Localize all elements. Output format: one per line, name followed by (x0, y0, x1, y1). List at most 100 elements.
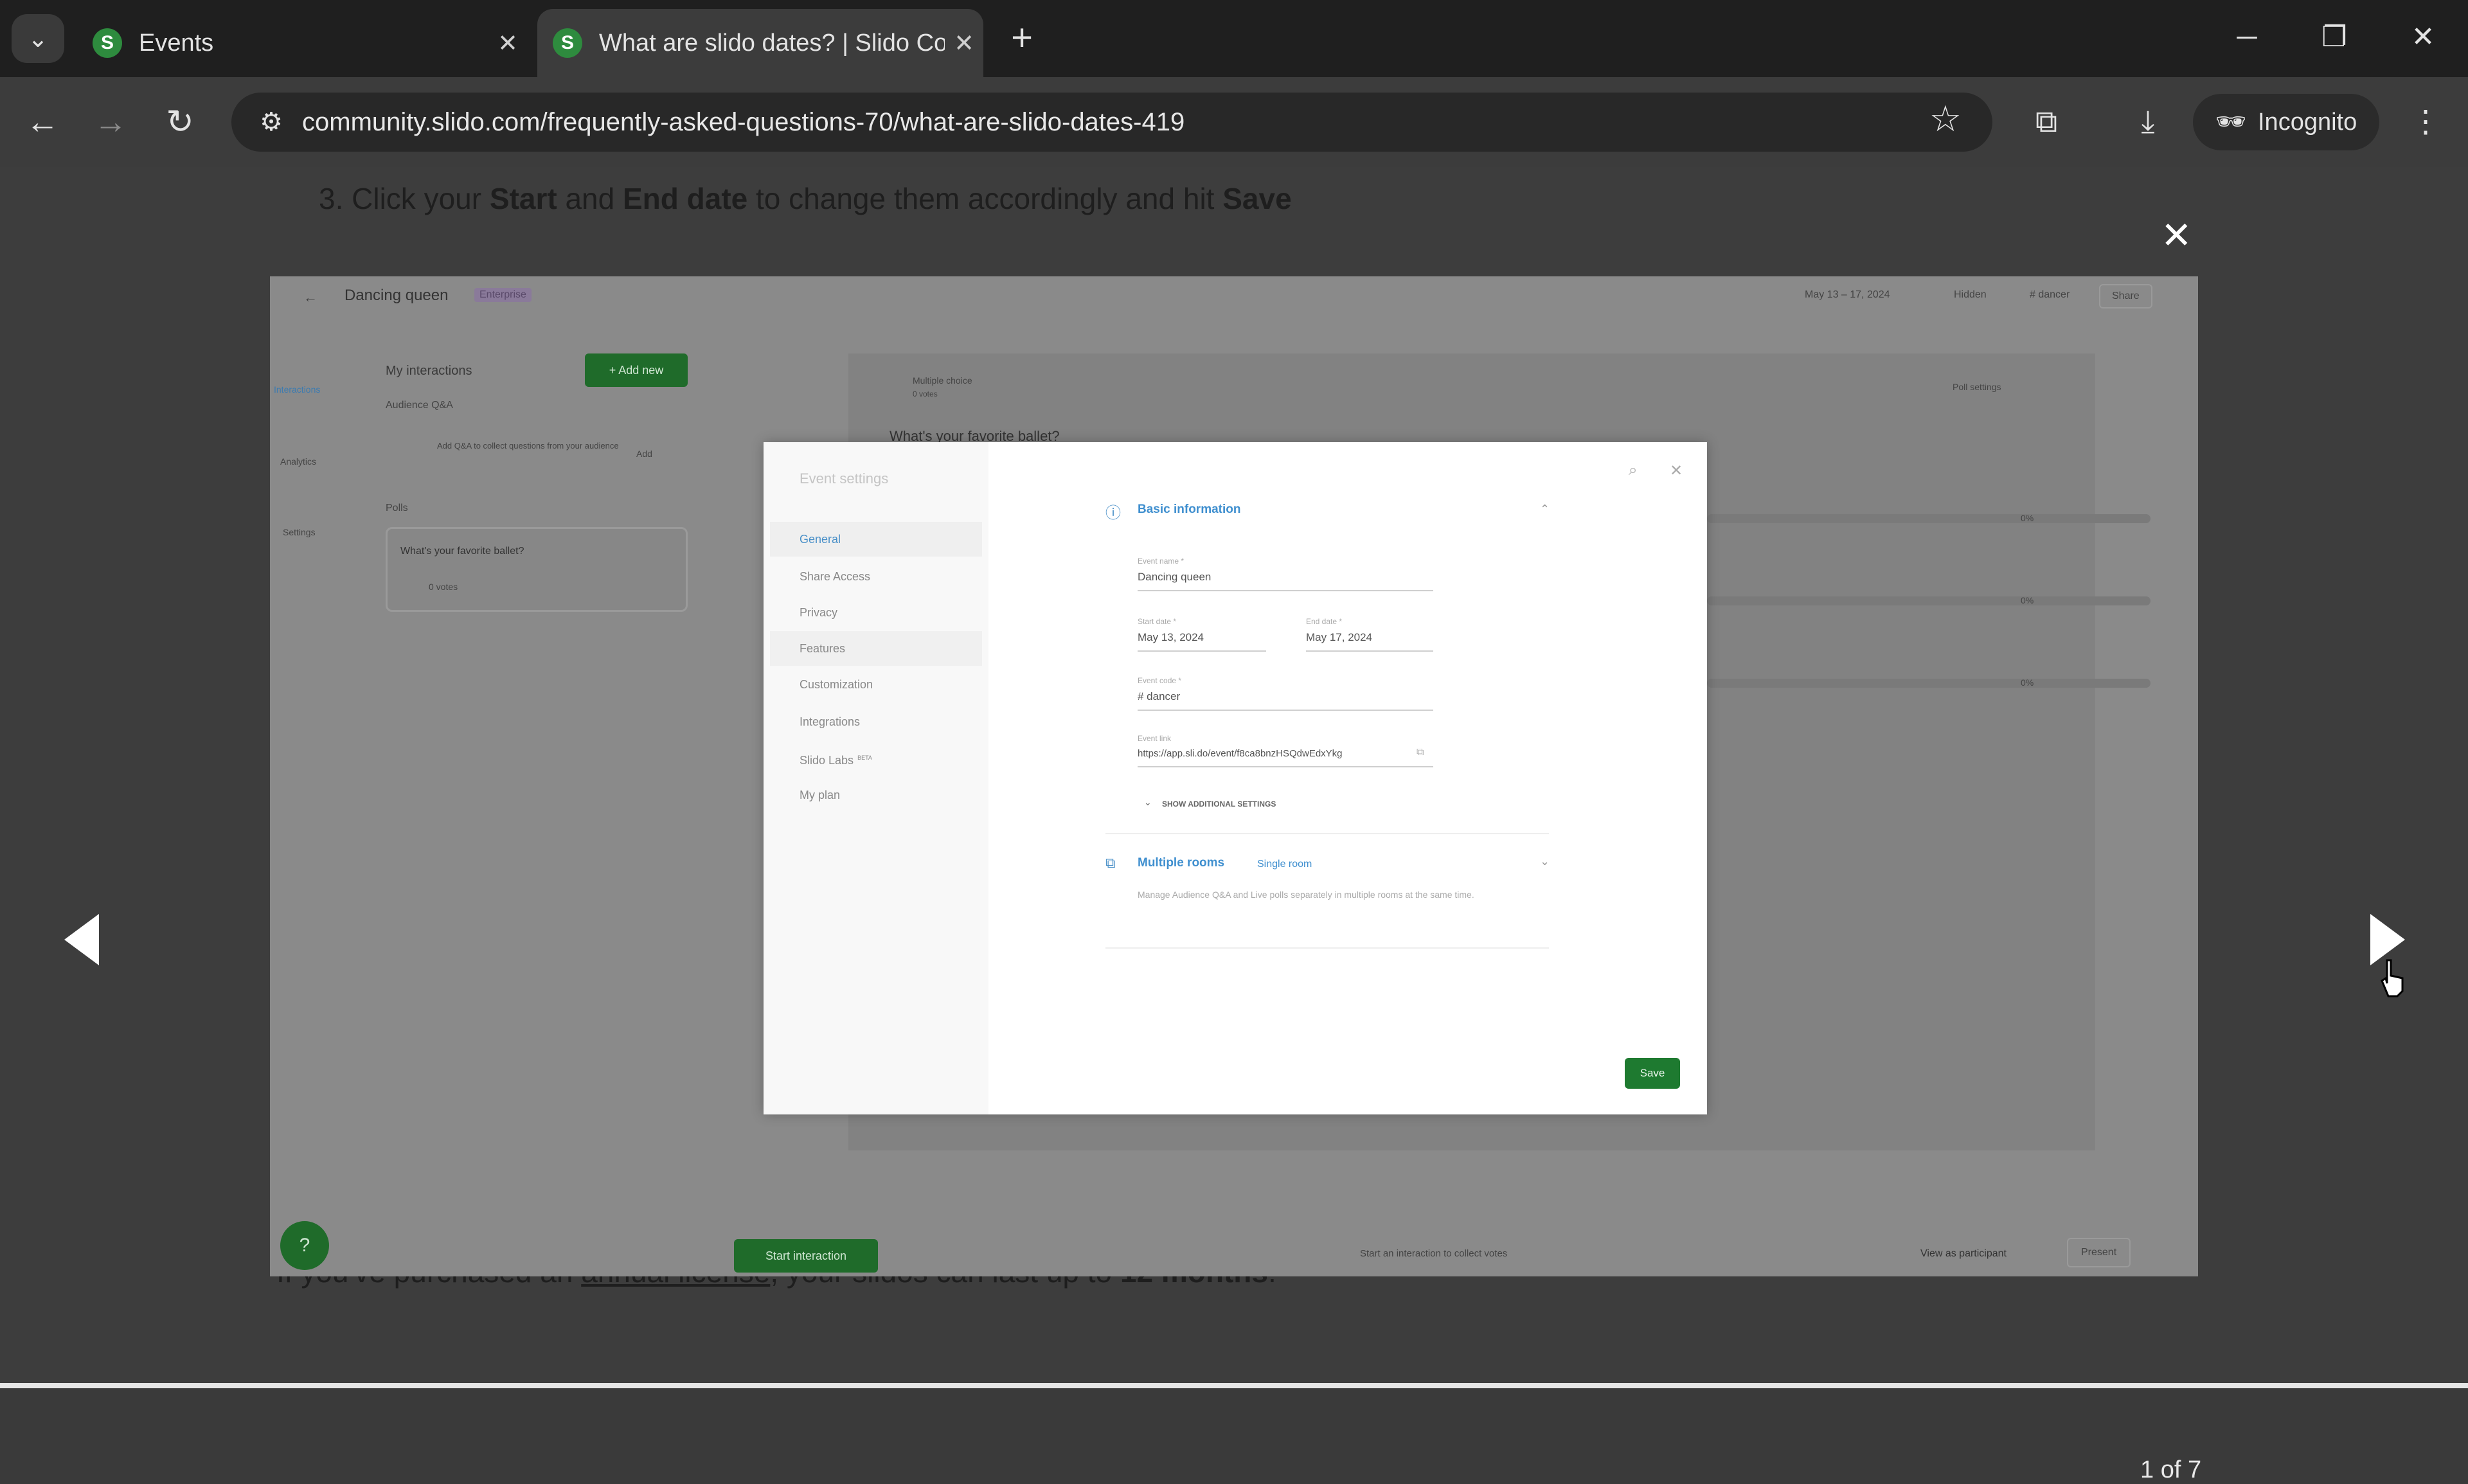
tab-search-button[interactable]: ⌄ (12, 14, 64, 63)
poll-option-bar (1707, 514, 2151, 523)
show-additional-settings: SHOW ADDITIONAL SETTINGS (1162, 800, 1276, 809)
my-interactions-title: My interactions (386, 364, 472, 378)
share-button: Share (2099, 284, 2152, 308)
close-tab-icon[interactable]: ✕ (488, 29, 527, 58)
back-icon: ← (303, 289, 317, 305)
chevron-down-icon: ⌄ (1144, 797, 1152, 807)
nav-interactions: Interactions (274, 384, 321, 395)
end-date-value: May 17, 2024 (1306, 631, 1373, 643)
event-link-label: Event link (1138, 734, 1172, 743)
site-info-icon[interactable]: ⚙ (251, 102, 292, 143)
poll-option-bar (1707, 679, 2151, 688)
settings-menu-slido-labs: Slido Labs BETA (770, 740, 982, 775)
reload-button[interactable]: ↻ (154, 96, 206, 148)
settings-menu-privacy: Privacy (800, 606, 838, 619)
browser-toolbar: ← → ↻ ⚙ community.slido.com/frequently-a… (0, 77, 2468, 167)
rooms-icon: ⧉ (1105, 855, 1116, 871)
event-name-field (1138, 590, 1433, 591)
event-link-value: https://app.sli.do/event/f8ca8bnzHSQdwEd… (1138, 748, 1343, 759)
new-tab-button[interactable]: + (1003, 17, 1041, 62)
header-code: # dancer (2030, 289, 2070, 300)
section-divider (1105, 947, 1549, 949)
pointer-cursor-icon (2381, 959, 2404, 997)
tab-events[interactable]: S Events ✕ (77, 9, 527, 77)
settings-menu-features: Features (770, 631, 982, 666)
poll-percent: 0% (2021, 595, 2034, 605)
plan-badge: Enterprise (474, 288, 532, 302)
step-bold-save: Save (1222, 182, 1292, 215)
lightbox-image: ← Dancing queen Enterprise May 13 – 17, … (270, 276, 2198, 1276)
poll-percent: 0% (2021, 677, 2034, 688)
poll-type-votes: 0 votes (913, 389, 938, 398)
event-settings-modal: Event settings General Share Access Priv… (764, 442, 1707, 1114)
start-date-label: Start date * (1138, 617, 1177, 626)
start-interaction-button: Start interaction (734, 1239, 878, 1273)
poll-settings-link: Poll settings (1953, 382, 2001, 392)
qa-hint: Add Q&A to collect questions from your a… (437, 441, 619, 451)
incognito-indicator[interactable]: 🕶 Incognito (2193, 94, 2379, 150)
qa-add-link: Add (636, 449, 652, 459)
save-button: Save (1625, 1058, 1680, 1089)
beta-badge: BETA (857, 755, 872, 761)
address-bar[interactable]: ⚙ community.slido.com/frequently-asked-q… (231, 93, 1992, 152)
event-link-field (1138, 766, 1433, 767)
tab-title: Events (139, 29, 214, 57)
tab-title: What are slido dates? | Slido Co (599, 29, 945, 57)
url-text[interactable]: community.slido.com/frequently-asked-que… (302, 108, 1185, 137)
incognito-icon: 🕶 (2215, 109, 2246, 136)
header-hidden: Hidden (1954, 289, 1987, 300)
poll-card-votes: 0 votes (429, 582, 458, 592)
poll-type: Multiple choice (913, 375, 972, 386)
back-button[interactable]: ← (17, 96, 68, 148)
audience-qa-label: Audience Q&A (386, 400, 453, 411)
restore-button[interactable]: ❐ (2296, 12, 2373, 63)
step-text: to change them accordingly and hit (747, 182, 1223, 215)
lightbox-close-icon[interactable]: ✕ (2161, 213, 2192, 257)
section-divider (1105, 833, 1549, 834)
forward-button[interactable]: → (85, 96, 136, 148)
settings-menu-share-access: Share Access (800, 570, 871, 583)
event-name-label: Event name * (1138, 557, 1185, 566)
slido-favicon-icon: S (93, 28, 122, 58)
previous-image-arrow-icon[interactable] (64, 914, 99, 965)
settings-menu-customization: Customization (800, 678, 873, 691)
event-name-value: Dancing queen (1138, 571, 1212, 583)
poll-card: What's your favorite ballet? 0 votes (386, 527, 688, 612)
event-code-value: # dancer (1138, 690, 1181, 702)
article-step-text: 3. Click your Start and End date to chan… (319, 181, 1292, 216)
nav-analytics: Analytics (280, 456, 317, 467)
extensions-icon[interactable]: ⧉ (2021, 96, 2072, 148)
help-icon: ? (280, 1221, 329, 1270)
settings-sidebar: Event settings General Share Access Priv… (764, 442, 988, 1114)
rooms-description: Manage Audience Q&A and Live polls separ… (1138, 890, 1474, 900)
single-room-label: Single room (1257, 859, 1312, 870)
poll-card-question: What's your favorite ballet? (400, 546, 524, 557)
settings-menu-my-plan: My plan (800, 789, 841, 801)
modal-title: Event settings (800, 470, 889, 487)
page-bottom-edge (0, 1383, 2468, 1388)
view-as-participant: View as participant (1920, 1248, 2007, 1259)
search-icon: ⌕ (1629, 461, 1638, 479)
close-tab-icon[interactable]: ✕ (945, 29, 983, 58)
basic-info-title: Basic information (1138, 503, 1241, 516)
close-window-button[interactable]: ✕ (2384, 12, 2462, 63)
step-text: and (557, 182, 623, 215)
minimize-button[interactable]: ─ (2208, 12, 2285, 63)
close-icon: ✕ (1670, 462, 1683, 479)
start-date-field (1138, 650, 1266, 652)
tab-slido-dates[interactable]: S What are slido dates? | Slido Co ✕ (537, 9, 983, 77)
start-date-value: May 13, 2024 (1138, 631, 1204, 643)
polls-label: Polls (386, 503, 408, 514)
event-code-label: Event code * (1138, 676, 1182, 685)
present-button: Present (2067, 1238, 2131, 1267)
browser-menu-icon[interactable]: ⋮ (2400, 96, 2451, 148)
step-bold-start: Start (489, 182, 557, 215)
multiple-rooms-title: Multiple rooms (1138, 856, 1225, 870)
tab-strip: ⌄ S Events ✕ S What are slido dates? | S… (0, 0, 2468, 77)
end-date-field (1306, 650, 1433, 652)
image-counter: 1 of 7 (2140, 1456, 2202, 1483)
download-icon[interactable]: ⤓ (2122, 96, 2174, 148)
end-date-label: End date * (1306, 617, 1343, 626)
bookmark-star-icon[interactable]: ☆ (1929, 98, 1962, 140)
event-code-field (1138, 710, 1433, 711)
